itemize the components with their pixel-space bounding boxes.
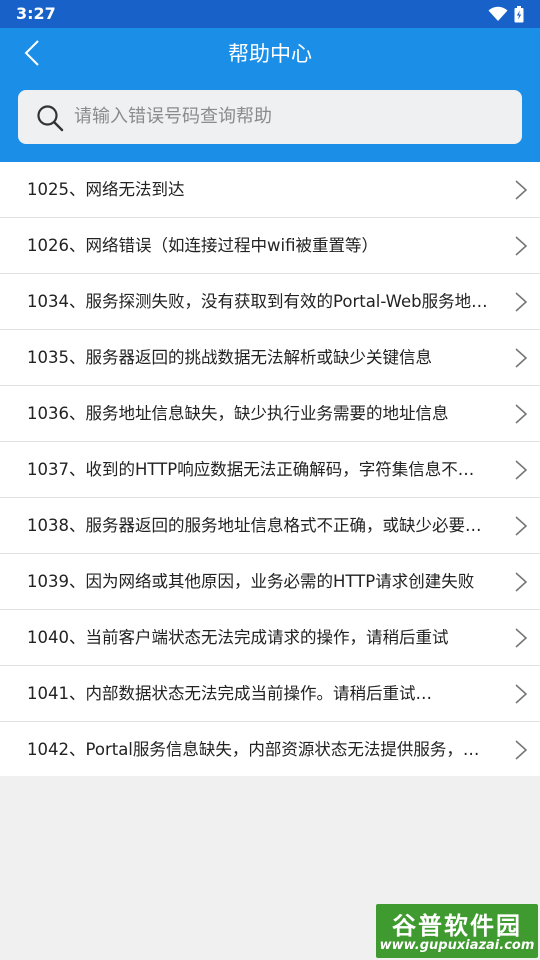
watermark-logo: 谷普软件园 www.gupuxiazai.com bbox=[376, 904, 538, 958]
page-title: 帮助中心 bbox=[228, 42, 312, 66]
list-item[interactable]: 1041、内部数据状态无法完成当前操作。请稍后重试… bbox=[0, 666, 540, 722]
chevron-right-icon bbox=[515, 740, 528, 760]
status-time: 3:27 bbox=[16, 4, 56, 23]
list-item-label: 1039、因为网络或其他原因，业务必需的HTTP请求创建失败 bbox=[27, 572, 475, 591]
list-item[interactable]: 1037、收到的HTTP响应数据无法正确解码，字符集信息不… bbox=[0, 442, 540, 498]
chevron-right-icon bbox=[515, 516, 528, 536]
wifi-icon bbox=[488, 6, 508, 21]
chevron-right-icon bbox=[515, 628, 528, 648]
list-item-label: 1037、收到的HTTP响应数据无法正确解码，字符集信息不… bbox=[27, 460, 475, 479]
list-item-label: 1036、服务地址信息缺失，缺少执行业务需要的地址信息 bbox=[27, 404, 449, 423]
list-item[interactable]: 1035、服务器返回的挑战数据无法解析或缺少关键信息 bbox=[0, 330, 540, 386]
chevron-right-icon bbox=[515, 572, 528, 592]
chevron-right-icon bbox=[515, 236, 528, 256]
list-item[interactable]: 1036、服务地址信息缺失，缺少执行业务需要的地址信息 bbox=[0, 386, 540, 442]
list-item-label: 1035、服务器返回的挑战数据无法解析或缺少关键信息 bbox=[27, 348, 432, 367]
list-item[interactable]: 1034、服务探测失败，没有获取到有效的Portal-Web服务地… bbox=[0, 274, 540, 330]
help-list: 1025、网络无法到达 1026、网络错误（如连接过程中wifi被重置等） 10… bbox=[0, 162, 540, 776]
list-item[interactable]: 1039、因为网络或其他原因，业务必需的HTTP请求创建失败 bbox=[0, 554, 540, 610]
search-icon bbox=[37, 105, 64, 132]
chevron-right-icon bbox=[515, 404, 528, 424]
list-item-label: 1041、内部数据状态无法完成当前操作。请稍后重试… bbox=[27, 684, 432, 703]
chevron-right-icon bbox=[515, 684, 528, 704]
chevron-right-icon bbox=[515, 348, 528, 368]
list-item[interactable]: 1025、网络无法到达 bbox=[0, 162, 540, 218]
search-placeholder: 请输入错误号码查询帮助 bbox=[74, 106, 272, 127]
chevron-right-icon bbox=[515, 292, 528, 312]
status-icons bbox=[488, 5, 524, 23]
list-item-label: 1040、当前客户端状态无法完成请求的操作，请稍后重试 bbox=[27, 628, 449, 647]
list-item-label: 1025、网络无法到达 bbox=[27, 180, 185, 199]
list-item[interactable]: 1042、Portal服务信息缺失，内部资源状态无法提供服务，… bbox=[0, 722, 540, 776]
list-item-label: 1034、服务探测失败，没有获取到有效的Portal-Web服务地… bbox=[27, 292, 488, 311]
status-bar: 3:27 bbox=[0, 0, 540, 28]
search-input[interactable]: 请输入错误号码查询帮助 bbox=[18, 90, 522, 144]
list-item[interactable]: 1038、服务器返回的服务地址信息格式不正确，或缺少必要… bbox=[0, 498, 540, 554]
chevron-right-icon bbox=[515, 460, 528, 480]
list-item-label: 1042、Portal服务信息缺失，内部资源状态无法提供服务，… bbox=[27, 740, 480, 759]
list-item-label: 1038、服务器返回的服务地址信息格式不正确，或缺少必要… bbox=[27, 516, 482, 535]
watermark-title: 谷普软件园 bbox=[392, 912, 522, 940]
list-item-label: 1026、网络错误（如连接过程中wifi被重置等） bbox=[27, 236, 378, 255]
list-item[interactable]: 1040、当前客户端状态无法完成请求的操作，请稍后重试 bbox=[0, 610, 540, 666]
watermark-url: www.gupuxiazai.com bbox=[379, 938, 535, 953]
chevron-right-icon bbox=[515, 180, 528, 200]
battery-icon bbox=[514, 5, 524, 22]
list-item[interactable]: 1026、网络错误（如连接过程中wifi被重置等） bbox=[0, 218, 540, 274]
app-bar: 帮助中心 请输入错误号码查询帮助 bbox=[0, 28, 540, 162]
